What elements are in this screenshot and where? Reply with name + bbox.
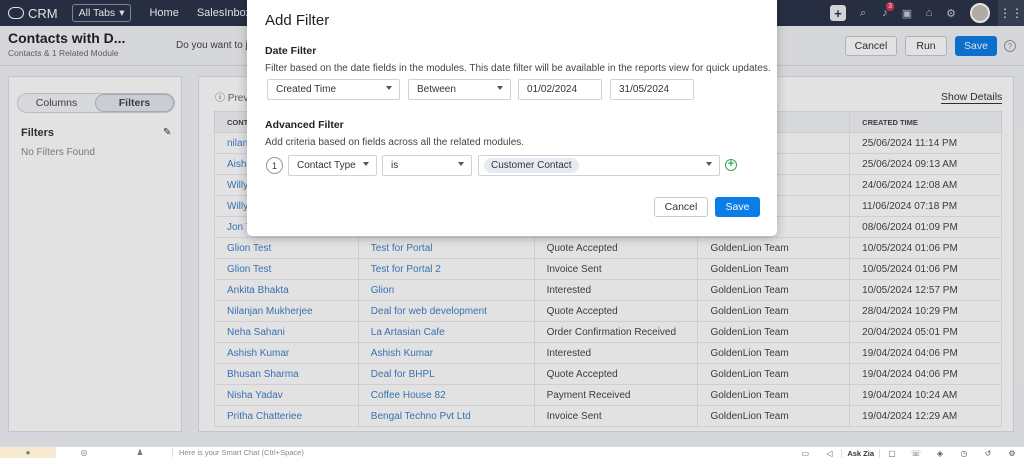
advanced-filter-title: Advanced Filter (265, 119, 344, 131)
smart-chat-input[interactable]: Here is your Smart Chat (Ctrl+Space) (172, 448, 304, 457)
chevron-down-icon (386, 86, 392, 90)
notes-icon[interactable]: ▢ (880, 449, 904, 458)
chat-icon[interactable]: ▭ (793, 449, 817, 458)
advanced-filter-description: Add criteria based on fields across all … (265, 137, 525, 148)
ask-zia-button[interactable]: Ask Zia (841, 448, 880, 458)
bottom-bar: ● ◎ ♟ Here is your Smart Chat (Ctrl+Spac… (0, 446, 1024, 458)
date-from-input[interactable]: 01/02/2024 (518, 79, 602, 100)
criteria-field-value: Contact Type (297, 160, 356, 171)
criteria-operator-select[interactable]: is (382, 155, 472, 176)
history-icon[interactable]: ↺ (976, 449, 1000, 458)
modal-save-button[interactable]: Save (715, 197, 760, 217)
criteria-index: 1 (266, 157, 283, 174)
phone-icon[interactable]: ☏ (904, 449, 928, 458)
chevron-down-icon (497, 86, 503, 90)
announce-icon[interactable]: ◁ (817, 449, 841, 458)
settings-small-icon[interactable]: ⚙ (1000, 449, 1024, 458)
chevron-down-icon (458, 162, 464, 166)
modal-cancel-button[interactable]: Cancel (654, 197, 708, 217)
date-filter-title: Date Filter (265, 45, 317, 57)
criteria-operator-value: is (391, 160, 399, 171)
date-filter-description: Filter based on the date fields in the m… (265, 63, 771, 74)
alarm-icon[interactable]: ◷ (952, 449, 976, 458)
date-field-select[interactable]: Created Time (267, 79, 400, 100)
chat-contacts-icon[interactable]: ● (0, 446, 56, 458)
date-operator-value: Between (417, 84, 456, 95)
zia-icon[interactable]: ◈ (928, 449, 952, 458)
chevron-down-icon (706, 162, 712, 166)
chevron-down-icon (363, 162, 369, 166)
criteria-value-chip[interactable]: Customer Contact (484, 158, 579, 173)
bottom-bar-icons: ▭ ◁ Ask Zia ▢ ☏ ◈ ◷ ↺ ⚙ (793, 447, 1024, 458)
add-filter-modal: Add Filter Date Filter Filter based on t… (247, 0, 777, 236)
modal-title: Add Filter (265, 12, 330, 29)
date-to-input[interactable]: 31/05/2024 (610, 79, 694, 100)
channels-icon[interactable]: ◎ (56, 447, 112, 458)
criteria-value-select[interactable]: Customer Contact (478, 155, 720, 176)
date-operator-select[interactable]: Between (408, 79, 511, 100)
date-field-value: Created Time (276, 84, 337, 95)
criteria-field-select[interactable]: Contact Type (288, 155, 377, 176)
add-criteria-icon[interactable]: + (725, 159, 737, 171)
contacts-icon[interactable]: ♟ (112, 447, 168, 458)
